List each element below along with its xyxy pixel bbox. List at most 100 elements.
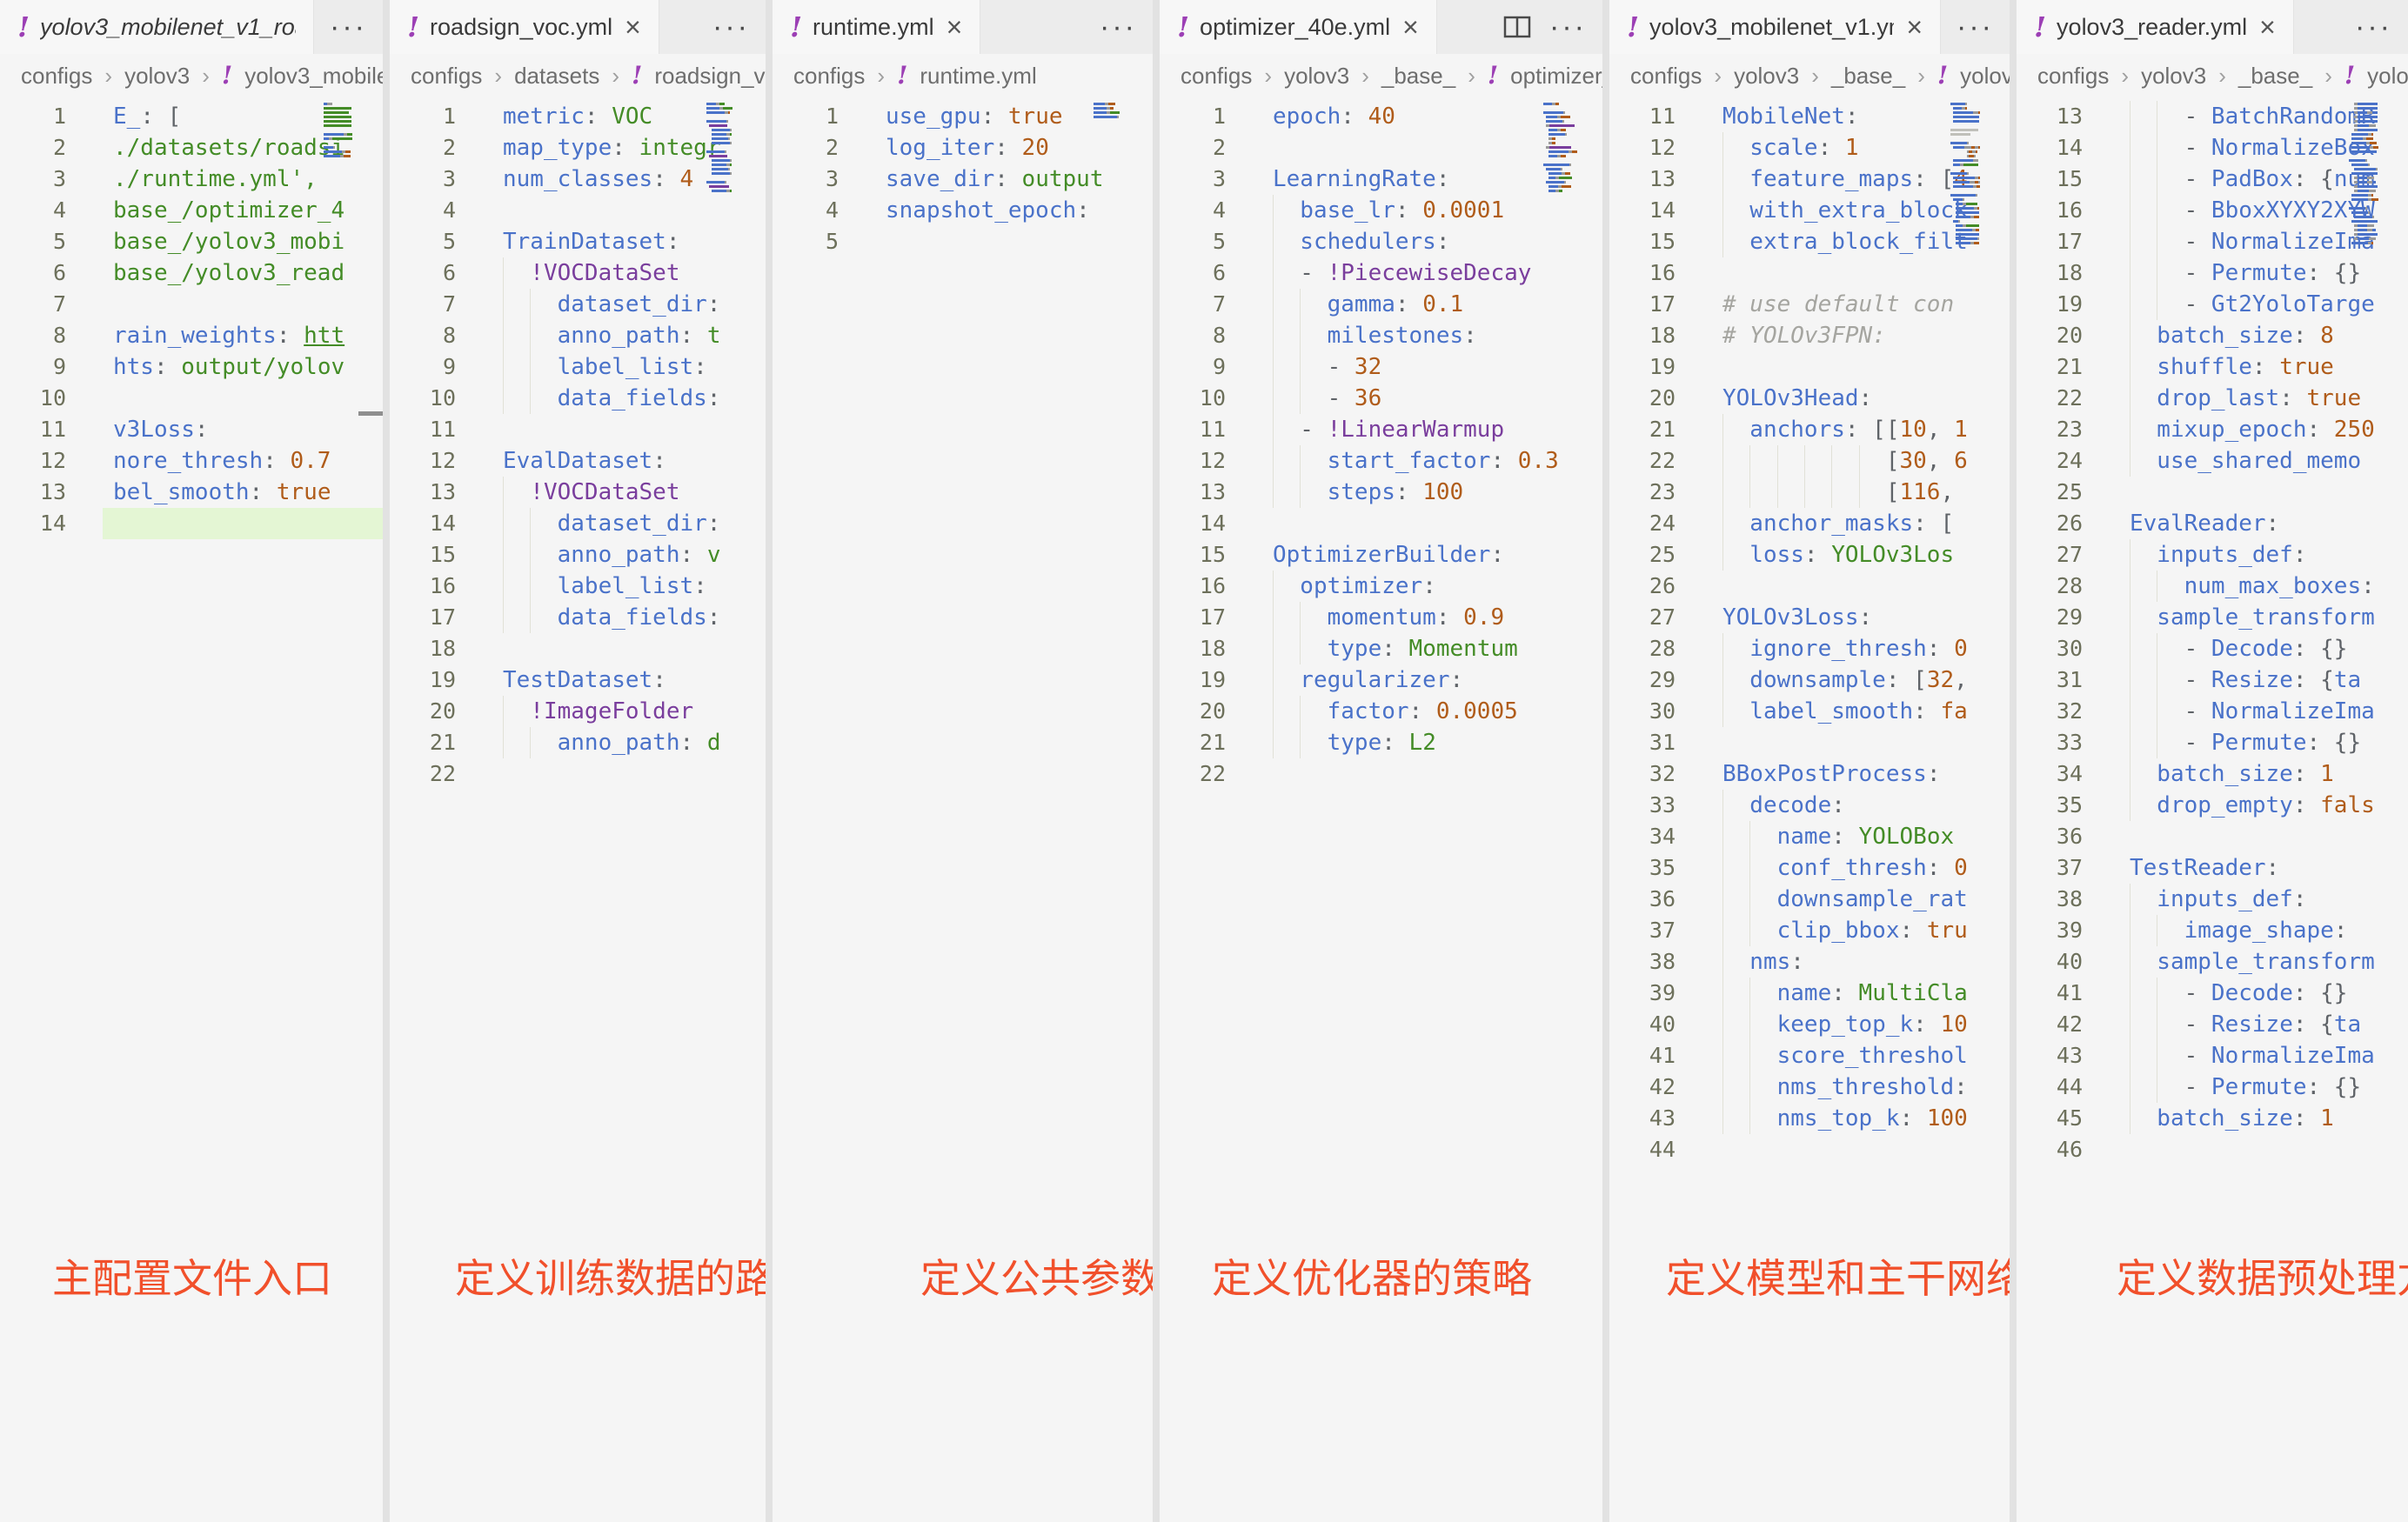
code-text: label_list: bbox=[503, 571, 707, 602]
breadcrumb-item[interactable]: yolov3 bbox=[2141, 63, 2206, 90]
editor-tab[interactable]: !yolov3_reader.yml× bbox=[2017, 0, 2294, 54]
editor-pane: !runtime.yml×···configs›!runtime.yml1use… bbox=[773, 0, 1153, 1522]
minimap[interactable] bbox=[2349, 103, 2398, 250]
code-line: 29sample_transform bbox=[2017, 602, 2408, 633]
code-line: 36 bbox=[2017, 821, 2408, 852]
line-number: 41 bbox=[1609, 1040, 1676, 1071]
line-number: 37 bbox=[1609, 915, 1676, 946]
code-line: 5base_/yolov3_mobi bbox=[0, 226, 383, 257]
close-icon[interactable]: × bbox=[1906, 13, 1923, 41]
code-text: gamma: 0.1 bbox=[1273, 289, 1463, 320]
line-number: 41 bbox=[2017, 978, 2083, 1009]
minimap[interactable] bbox=[324, 103, 372, 164]
code-text: ignore_thresh: 0 bbox=[1722, 633, 1968, 664]
code-text: start_factor: 0.3 bbox=[1273, 445, 1559, 477]
breadcrumb-item[interactable]: _base_ bbox=[2238, 63, 2312, 90]
breadcrumb-file[interactable]: runtime.yml bbox=[920, 63, 1036, 90]
more-actions-icon[interactable]: ··· bbox=[330, 20, 367, 35]
editor-tab[interactable]: !optimizer_40e.yml× bbox=[1160, 0, 1437, 54]
chevron-right-icon: › bbox=[1361, 63, 1369, 90]
code-editor[interactable]: 1epoch: 4023LearningRate:4base_lr: 0.000… bbox=[1160, 97, 1602, 1522]
breadcrumb-file[interactable]: roadsign_voc.yml bbox=[654, 63, 766, 90]
chevron-right-icon: › bbox=[202, 63, 210, 90]
breadcrumb-file[interactable]: yolov3_mobilenet_v1.yml bbox=[1960, 63, 2010, 90]
code-line: 21anchors: [[10, 1 bbox=[1609, 414, 2010, 445]
close-icon[interactable]: × bbox=[1402, 13, 1419, 41]
breadcrumb-item[interactable]: configs bbox=[1630, 63, 1702, 90]
breadcrumb-file[interactable]: optimizer_40e.yml bbox=[1510, 63, 1602, 90]
code-line: 4base_lr: 0.0001 bbox=[1160, 195, 1602, 226]
line-number: 18 bbox=[1160, 633, 1226, 664]
editor-tab[interactable]: !runtime.yml× bbox=[773, 0, 980, 54]
line-number: 12 bbox=[1160, 445, 1226, 477]
code-text: num_classes: 4 bbox=[503, 164, 693, 195]
line-number: 13 bbox=[390, 477, 456, 508]
code-text: keep_top_k: 10 bbox=[1722, 1009, 1968, 1040]
code-lines: 13- BatchRandomR14- NormalizeBox15- PadB… bbox=[2017, 101, 2408, 1165]
code-text: shuffle: true bbox=[2130, 351, 2334, 383]
line-number: 31 bbox=[2017, 664, 2083, 696]
line-number: 23 bbox=[2017, 414, 2083, 445]
minimap[interactable] bbox=[706, 103, 755, 198]
minimap[interactable] bbox=[1950, 103, 1999, 250]
more-actions-icon[interactable]: ··· bbox=[2355, 20, 2392, 35]
more-actions-icon[interactable]: ··· bbox=[1100, 20, 1137, 35]
code-line: 40sample_transform bbox=[2017, 946, 2408, 978]
code-line: 42- Resize: {ta bbox=[2017, 1009, 2408, 1040]
breadcrumb-item[interactable]: yolov3 bbox=[124, 63, 190, 90]
breadcrumb-item[interactable]: _base_ bbox=[1831, 63, 1905, 90]
minimap[interactable] bbox=[1543, 103, 1592, 198]
breadcrumb-item[interactable]: configs bbox=[2037, 63, 2109, 90]
more-actions-icon[interactable]: ··· bbox=[1956, 20, 1994, 35]
code-text: batch_size: 8 bbox=[2130, 320, 2334, 351]
current-line-highlight bbox=[103, 508, 383, 539]
code-editor[interactable]: 11MobileNet:12scale: 113feature_maps: [4… bbox=[1609, 97, 2010, 1522]
line-number: 36 bbox=[2017, 821, 2083, 852]
code-line: 3./runtime.yml', bbox=[0, 164, 383, 195]
code-line: 18- Permute: {} bbox=[2017, 257, 2408, 289]
close-icon[interactable]: × bbox=[2259, 13, 2276, 41]
more-actions-icon[interactable]: ··· bbox=[712, 20, 750, 35]
breadcrumb-file[interactable]: yolov3_mobilenet_v1_roadsign.yml bbox=[244, 63, 383, 90]
code-text: inputs_def: bbox=[2130, 539, 2307, 571]
breadcrumb: configs›yolov3›!yolov3_mobilenet_v1_road… bbox=[0, 54, 383, 97]
breadcrumb-item[interactable]: configs bbox=[1181, 63, 1252, 90]
editor-tab[interactable]: !yolov3_mobilenet_v1.yml× bbox=[1609, 0, 1941, 54]
code-line: 22 bbox=[390, 758, 766, 790]
line-number: 5 bbox=[390, 226, 456, 257]
editor-tab[interactable]: !roadsign_voc.yml× bbox=[390, 0, 659, 54]
line-number: 15 bbox=[2017, 164, 2083, 195]
code-editor[interactable]: 1use_gpu: true2log_iter: 203save_dir: ou… bbox=[773, 97, 1153, 1522]
close-icon[interactable]: × bbox=[946, 13, 963, 41]
annotation-label: 定义数据预处理方式 bbox=[2117, 1257, 2408, 1301]
code-text: - Resize: {ta bbox=[2130, 1009, 2361, 1040]
code-editor[interactable]: 13- BatchRandomR14- NormalizeBox15- PadB… bbox=[2017, 97, 2408, 1522]
breadcrumb-item[interactable]: yolov3 bbox=[1284, 63, 1349, 90]
breadcrumb-item[interactable]: configs bbox=[411, 63, 482, 90]
breadcrumb-item[interactable]: datasets bbox=[514, 63, 599, 90]
line-number: 38 bbox=[2017, 884, 2083, 915]
close-icon[interactable]: × bbox=[625, 13, 641, 41]
chevron-right-icon: › bbox=[494, 63, 502, 90]
line-number: 15 bbox=[1160, 539, 1226, 571]
code-text: YOLOv3Head: bbox=[1722, 383, 1872, 414]
more-actions-icon[interactable]: ··· bbox=[1549, 20, 1587, 35]
breadcrumb-item[interactable]: yolov3 bbox=[1734, 63, 1799, 90]
breadcrumb-item[interactable]: _base_ bbox=[1381, 63, 1455, 90]
code-line: 41score_threshol bbox=[1609, 1040, 2010, 1071]
split-editor-icon[interactable] bbox=[1502, 14, 1532, 40]
breadcrumb-file[interactable]: yolov3_reader.yml bbox=[2367, 63, 2408, 90]
minimap[interactable] bbox=[1094, 103, 1142, 124]
code-line: 24anchor_masks: [ bbox=[1609, 508, 2010, 539]
code-line: 38nms: bbox=[1609, 946, 2010, 978]
code-text: label_smooth: fa bbox=[1722, 696, 1968, 727]
code-text: use_shared_memo bbox=[2130, 445, 2361, 477]
breadcrumb-item[interactable]: configs bbox=[793, 63, 865, 90]
code-line: 5TrainDataset: bbox=[390, 226, 766, 257]
line-number: 33 bbox=[2017, 727, 2083, 758]
code-editor[interactable]: 1metric: VOC2map_type: integr3num_classe… bbox=[390, 97, 766, 1522]
line-number: 16 bbox=[1160, 571, 1226, 602]
breadcrumb-item[interactable]: configs bbox=[21, 63, 92, 90]
code-editor[interactable]: 1E_: [2./datasets/roadsi3./runtime.yml',… bbox=[0, 97, 383, 1522]
editor-tab[interactable]: !yolov3_mobilenet_v1_roadsign.yml bbox=[0, 0, 314, 54]
